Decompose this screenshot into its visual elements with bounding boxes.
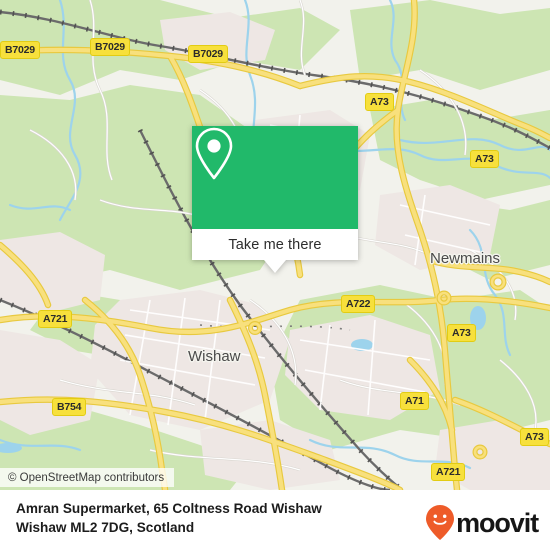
osm-attribution[interactable]: © OpenStreetMap contributors <box>0 468 175 487</box>
location-caption: Amran Supermarket, 65 Coltness Road Wish… <box>16 500 406 537</box>
take-me-there-label: Take me there <box>228 236 322 253</box>
road-shield: A73 <box>365 93 394 111</box>
popup-pin-area <box>192 126 358 229</box>
road-shield: A73 <box>447 324 476 342</box>
moovit-smiley-pin-icon <box>426 505 455 540</box>
caption-line-1: Amran Supermarket, 65 Coltness Road Wish… <box>16 501 322 516</box>
road-shield: A722 <box>341 295 376 313</box>
moovit-wordmark: moovit <box>456 507 539 538</box>
moovit-brand[interactable]: moovit <box>425 504 539 542</box>
take-me-there-button[interactable]: Take me there <box>192 229 358 260</box>
road-shield: A71 <box>400 392 429 410</box>
place-label-newmains: Newmains <box>430 250 501 267</box>
caption-line-2: Wishaw ML2 7DG, Scotland <box>16 519 195 535</box>
osm-attribution-label: © OpenStreetMap contributors <box>8 471 165 484</box>
place-label-wishaw: Wishaw <box>188 348 241 365</box>
map-pin-icon <box>195 127 233 180</box>
road-shield: B7029 <box>188 45 228 63</box>
moovit-map-screenshot: B7029 B7029 B7029 A73 A73 A722 A73 A721 … <box>0 0 550 550</box>
map-canvas[interactable]: B7029 B7029 B7029 A73 A73 A722 A73 A721 … <box>0 0 550 490</box>
location-popup-card[interactable]: Take me there <box>192 126 358 273</box>
road-shield: A73 <box>520 428 549 446</box>
road-shield: B7029 <box>90 38 130 56</box>
road-shield: A721 <box>431 463 466 481</box>
road-shield: B7029 <box>0 41 40 59</box>
road-shield: B754 <box>52 398 87 416</box>
popup-tail-pointer <box>264 260 286 273</box>
road-shield: A721 <box>38 310 73 328</box>
road-shield: A73 <box>470 150 499 168</box>
